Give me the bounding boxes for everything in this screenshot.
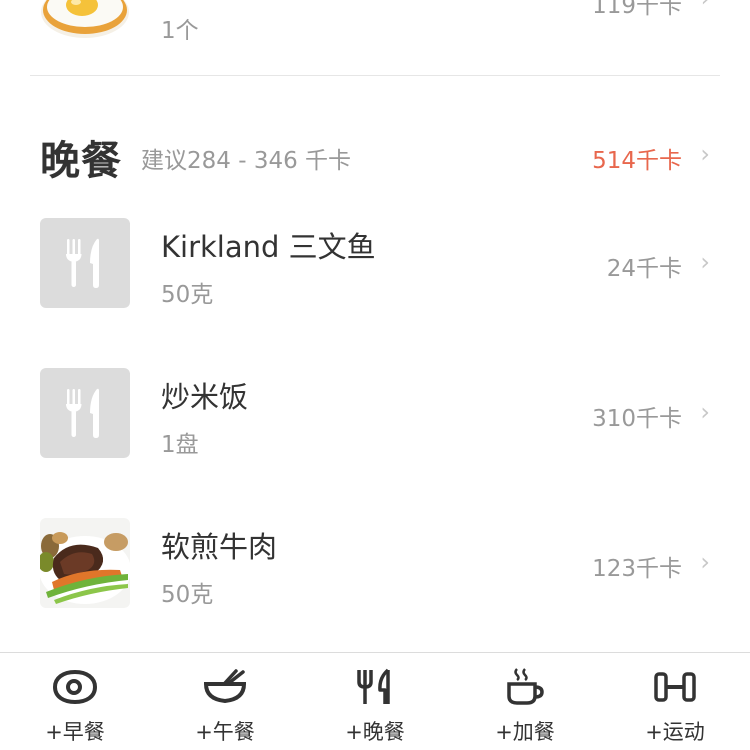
dinner-section-header[interactable]: 晚餐 建议284 - 346 千卡 514千卡 › bbox=[0, 128, 750, 184]
food-name: Kirkland 三文鱼 bbox=[161, 230, 376, 264]
food-name: 炒米饭 bbox=[161, 380, 249, 414]
egg-icon bbox=[52, 667, 98, 707]
add-lunch-tab[interactable]: +午餐 bbox=[150, 653, 300, 750]
tab-label: +午餐 bbox=[195, 720, 255, 744]
food-item-steak[interactable]: 软煎牛肉 50克 123千卡 › bbox=[0, 518, 750, 628]
food-quantity: 1盘 bbox=[161, 432, 199, 458]
top-food-quantity: 1个 bbox=[161, 18, 199, 44]
food-name: 软煎牛肉 bbox=[161, 530, 278, 564]
food-item-salmon[interactable]: Kirkland 三文鱼 50克 24千卡 › bbox=[0, 218, 750, 328]
chevron-right-icon: › bbox=[700, 398, 710, 426]
steak-photo-icon bbox=[40, 518, 130, 608]
top-food-calories: 119千卡 bbox=[592, 0, 682, 19]
fried-egg-photo-icon bbox=[40, 0, 130, 40]
top-food-item[interactable]: 1个 119千卡 › bbox=[0, 0, 750, 76]
fork-knife-placeholder-icon bbox=[40, 368, 130, 458]
tab-label: +晚餐 bbox=[345, 720, 405, 744]
food-calories: 123千卡 bbox=[592, 556, 682, 582]
calorie-suggestion: 建议284 - 346 千卡 bbox=[141, 148, 352, 174]
tab-label: +加餐 bbox=[495, 720, 555, 744]
chevron-right-icon: › bbox=[700, 140, 710, 168]
chevron-right-icon: › bbox=[701, 0, 710, 12]
section-title: 晚餐 bbox=[40, 138, 122, 184]
add-exercise-tab[interactable]: +运动 bbox=[600, 653, 750, 750]
food-item-fried-rice[interactable]: 炒米饭 1盘 310千卡 › bbox=[0, 368, 750, 478]
coffee-cup-icon bbox=[502, 667, 548, 707]
tab-label: +运动 bbox=[645, 720, 705, 744]
divider bbox=[30, 75, 720, 76]
add-breakfast-tab[interactable]: +早餐 bbox=[0, 653, 150, 750]
add-snack-tab[interactable]: +加餐 bbox=[450, 653, 600, 750]
fork-knife-placeholder-icon bbox=[40, 218, 130, 308]
section-total-calories: 514千卡 bbox=[592, 148, 682, 174]
food-quantity: 50克 bbox=[161, 582, 214, 608]
bottom-tab-bar: +早餐 +午餐 +晚餐 +加餐 +运动 bbox=[0, 652, 750, 750]
food-quantity: 50克 bbox=[161, 282, 214, 308]
food-calories: 24千卡 bbox=[606, 256, 682, 282]
add-dinner-tab[interactable]: +晚餐 bbox=[300, 653, 450, 750]
chevron-right-icon: › bbox=[700, 248, 710, 276]
tab-label: +早餐 bbox=[45, 720, 105, 744]
bowl-icon bbox=[202, 667, 248, 707]
fork-knife-icon bbox=[352, 667, 398, 707]
food-calories: 310千卡 bbox=[592, 406, 682, 432]
chevron-right-icon: › bbox=[700, 548, 710, 576]
dumbbell-icon bbox=[652, 667, 698, 707]
